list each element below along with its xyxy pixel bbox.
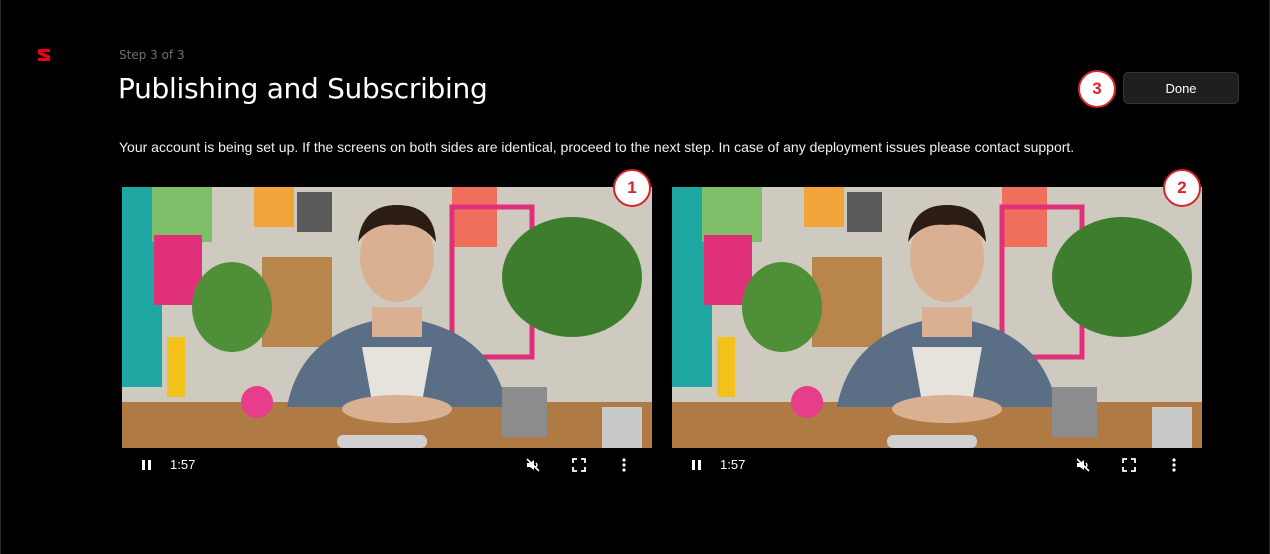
fullscreen-icon[interactable] (1121, 457, 1137, 473)
more-vertical-icon[interactable] (1169, 457, 1179, 473)
page-title: Publishing and Subscribing (118, 72, 488, 105)
video-player-right[interactable]: 2 1:57 (672, 169, 1202, 482)
volume-muted-icon[interactable] (1075, 457, 1091, 473)
video-thumbnail (122, 187, 652, 448)
done-button[interactable]: Done (1123, 72, 1239, 104)
setup-description: Your account is being set up. If the scr… (119, 139, 1075, 155)
playback-time: 1:57 (170, 457, 196, 472)
pause-icon[interactable] (690, 458, 704, 472)
volume-muted-icon[interactable] (525, 457, 541, 473)
fullscreen-icon[interactable] (571, 457, 587, 473)
step-badge-3: 3 (1078, 70, 1116, 108)
pause-icon[interactable] (140, 458, 154, 472)
video-frame[interactable] (122, 187, 652, 448)
video-frame[interactable] (672, 187, 1202, 448)
video-player-left[interactable]: 1 1:57 (122, 169, 652, 482)
video-controls: 1:57 (672, 448, 1202, 482)
video-controls: 1:57 (122, 448, 652, 482)
app-frame: Step 3 of 3 Publishing and Subscribing 3… (0, 0, 1270, 554)
playback-time: 1:57 (720, 457, 746, 472)
brand-logo-icon (38, 49, 50, 61)
step-badge-1: 1 (613, 169, 651, 207)
step-badge-2: 2 (1163, 169, 1201, 207)
more-vertical-icon[interactable] (619, 457, 629, 473)
video-thumbnail (672, 187, 1202, 448)
step-indicator: Step 3 of 3 (119, 48, 185, 62)
